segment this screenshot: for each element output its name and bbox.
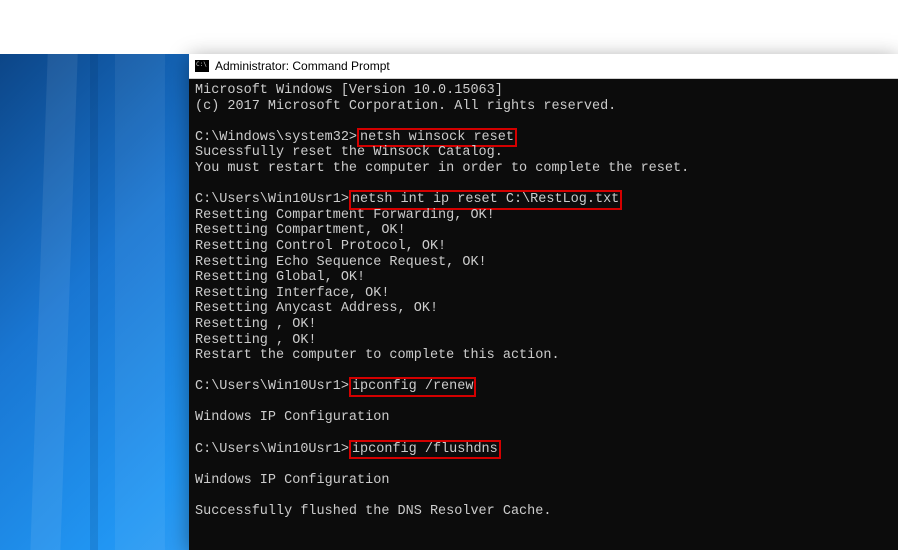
- console-line: Microsoft Windows [Version 10.0.15063]: [195, 83, 503, 98]
- command-prompt-window: Administrator: Command Prompt Microsoft …: [189, 54, 898, 550]
- console-line: Windows IP Configuration: [195, 473, 389, 488]
- console-prompt: C:\Users\Win10Usr1>: [195, 442, 349, 457]
- desktop-background-beam: [115, 0, 165, 550]
- window-titlebar[interactable]: Administrator: Command Prompt: [189, 54, 898, 79]
- console-line: Resetting Anycast Address, OK!: [195, 301, 438, 316]
- console-prompt: C:\Users\Win10Usr1>: [195, 192, 349, 207]
- console-line: Resetting Control Protocol, OK!: [195, 239, 446, 254]
- console-line: Resetting Interface, OK!: [195, 286, 389, 301]
- console-line: Resetting , OK!: [195, 333, 317, 348]
- console-line: Resetting Compartment Forwarding, OK!: [195, 208, 495, 223]
- console-line: Windows IP Configuration: [195, 410, 389, 425]
- window-title: Administrator: Command Prompt: [215, 59, 390, 73]
- console-prompt: C:\Windows\system32>: [195, 130, 357, 145]
- console-line: Resetting , OK!: [195, 317, 317, 332]
- cmd-icon: [195, 60, 209, 72]
- highlighted-command: ipconfig /renew: [349, 377, 477, 397]
- console-prompt: C:\Users\Win10Usr1>: [195, 379, 349, 394]
- console-output[interactable]: Microsoft Windows [Version 10.0.15063] (…: [189, 79, 898, 550]
- console-line: Restart the computer to complete this ac…: [195, 348, 560, 363]
- desktop-background-beam: [90, 0, 98, 550]
- console-line: You must restart the computer in order t…: [195, 161, 689, 176]
- console-line: Resetting Global, OK!: [195, 270, 365, 285]
- console-line: Successfully flushed the DNS Resolver Ca…: [195, 504, 551, 519]
- console-line: Resetting Echo Sequence Request, OK!: [195, 255, 487, 270]
- console-line: Sucessfully reset the Winsock Catalog.: [195, 145, 503, 160]
- console-line: Resetting Compartment, OK!: [195, 223, 406, 238]
- desktop-background-beam: [30, 0, 79, 550]
- highlighted-command: ipconfig /flushdns: [349, 440, 501, 460]
- browser-top-strip: [0, 0, 898, 54]
- console-line: (c) 2017 Microsoft Corporation. All righ…: [195, 99, 616, 114]
